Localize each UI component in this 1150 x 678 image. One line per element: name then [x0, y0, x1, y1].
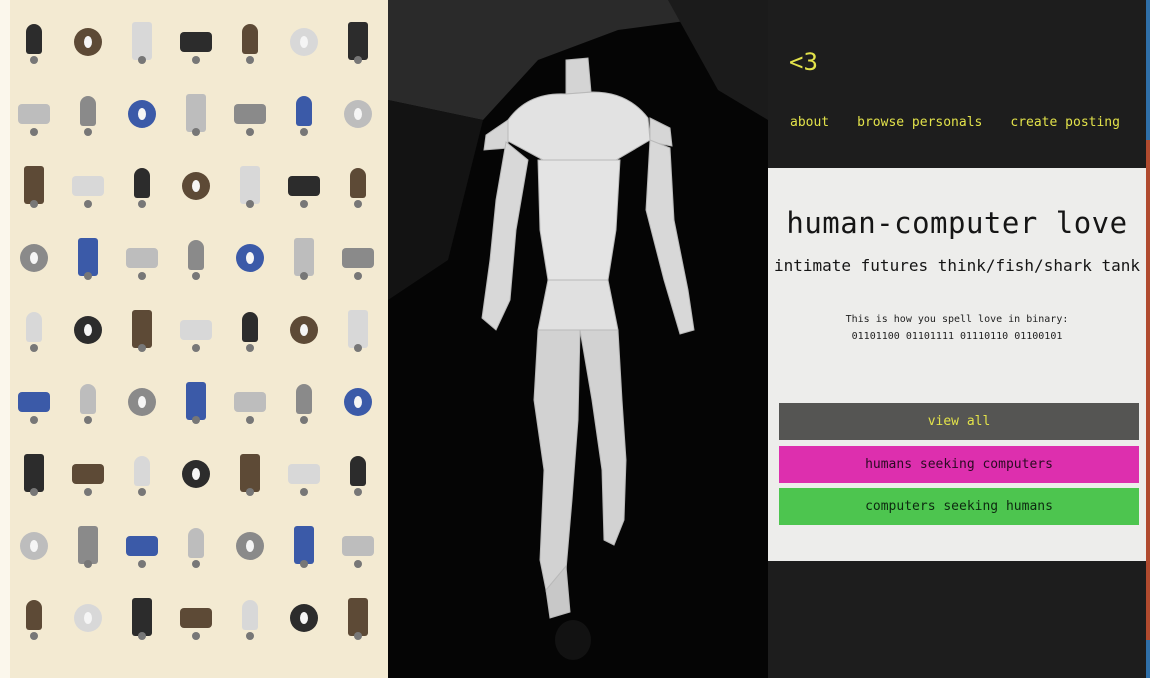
- main-nav: about browse personals create posting: [790, 115, 1120, 130]
- page-subtitle: intimate futures think/fish/shark tank: [773, 256, 1141, 275]
- lantern-icon: [284, 92, 324, 138]
- page-title: human-computer love: [786, 206, 1128, 240]
- desk-lamp-icon: [230, 380, 270, 426]
- lantern-icon: [68, 380, 108, 426]
- site-logo[interactable]: <3: [789, 48, 818, 76]
- flood-bulb-icon: [284, 596, 324, 642]
- solar-light-icon: [176, 596, 216, 642]
- security-light-icon: [338, 596, 378, 642]
- view-all-button[interactable]: view all: [779, 403, 1139, 440]
- camera-bulb-icon: [176, 236, 216, 282]
- wall-lamp-icon: [176, 92, 216, 138]
- paper-edge: [0, 0, 10, 678]
- security-light-icon: [338, 20, 378, 66]
- spotlight-icon: [122, 92, 162, 138]
- security-light-icon: [68, 236, 108, 282]
- camera-bulb-icon: [14, 596, 54, 642]
- screen-edge-accent: [1146, 140, 1150, 640]
- solar-light-icon: [338, 236, 378, 282]
- scanned-figure-image: [388, 0, 768, 660]
- solar-light-icon: [14, 380, 54, 426]
- lantern-icon: [122, 452, 162, 498]
- security-light-icon: [122, 308, 162, 354]
- flood-bulb-icon: [284, 20, 324, 66]
- wall-lamp-icon: [338, 308, 378, 354]
- wall-lamp-icon: [284, 236, 324, 282]
- solar-light-icon: [68, 452, 108, 498]
- desk-lamp-icon: [14, 92, 54, 138]
- spotlight-icon: [68, 596, 108, 642]
- desk-lamp-icon: [338, 524, 378, 570]
- spotlight-icon: [14, 524, 54, 570]
- solar-light-icon: [230, 92, 270, 138]
- desk-lamp-icon: [176, 308, 216, 354]
- figure-render: [388, 0, 768, 678]
- spotlight-icon: [284, 308, 324, 354]
- binary-code-text: 01101100 01101111 01110110 01100101: [851, 331, 1063, 342]
- nav-create-posting[interactable]: create posting: [1010, 115, 1120, 130]
- solar-light-icon: [284, 164, 324, 210]
- security-light-icon: [14, 164, 54, 210]
- spotlight-icon: [68, 20, 108, 66]
- wall-lamp-icon: [230, 164, 270, 210]
- camera-bulb-icon: [122, 164, 162, 210]
- camera-bulb-icon: [230, 308, 270, 354]
- wall-lamp-icon: [122, 596, 162, 642]
- security-light-icon: [176, 380, 216, 426]
- humans-seeking-computers-button[interactable]: humans seeking computers: [779, 446, 1139, 483]
- flood-bulb-icon: [338, 92, 378, 138]
- wall-lamp-icon: [122, 20, 162, 66]
- camera-bulb-icon: [284, 380, 324, 426]
- wall-lamp-icon: [68, 524, 108, 570]
- figure-body: [481, 57, 695, 619]
- solar-light-icon: [122, 524, 162, 570]
- security-light-icon: [284, 524, 324, 570]
- binary-intro-text: This is how you spell love in binary:: [845, 314, 1069, 325]
- hero-card: human-computer love intimate futures thi…: [768, 168, 1146, 561]
- lantern-icon: [230, 20, 270, 66]
- spotlight-icon: [176, 164, 216, 210]
- camera-bulb-icon: [68, 92, 108, 138]
- nav-browse-personals[interactable]: browse personals: [857, 115, 982, 130]
- flood-bulb-icon: [68, 308, 108, 354]
- flood-bulb-icon: [176, 452, 216, 498]
- desk-lamp-icon: [284, 452, 324, 498]
- camera-bulb-icon: [14, 20, 54, 66]
- lantern-icon: [230, 596, 270, 642]
- nav-about[interactable]: about: [790, 115, 829, 130]
- security-light-icon: [230, 452, 270, 498]
- dating-website: <3 about browse personals create posting…: [768, 0, 1150, 678]
- computers-seeking-humans-button[interactable]: computers seeking humans: [779, 488, 1139, 525]
- camera-bulb-icon: [338, 452, 378, 498]
- flood-bulb-icon: [122, 380, 162, 426]
- product-catalog-photo: [0, 0, 388, 678]
- wall-lamp-icon: [14, 452, 54, 498]
- flood-bulb-icon: [14, 236, 54, 282]
- spotlight-icon: [338, 380, 378, 426]
- solar-light-icon: [176, 20, 216, 66]
- desk-lamp-icon: [68, 164, 108, 210]
- desk-lamp-icon: [122, 236, 162, 282]
- lantern-icon: [176, 524, 216, 570]
- flood-bulb-icon: [230, 524, 270, 570]
- spotlight-icon: [230, 236, 270, 282]
- lantern-icon: [338, 164, 378, 210]
- lantern-icon: [14, 308, 54, 354]
